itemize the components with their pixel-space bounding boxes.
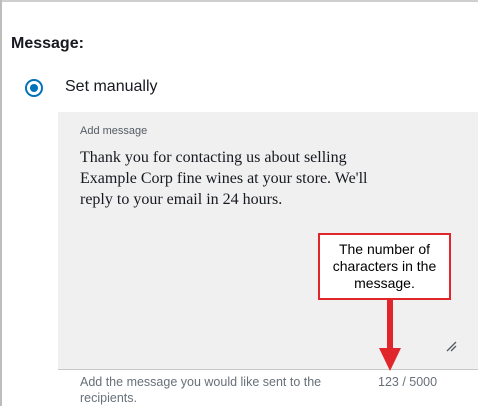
add-message-label: Add message	[80, 125, 148, 137]
helper-text: Add the message you would like sent to t…	[80, 375, 322, 405]
set-manually-radio[interactable]	[25, 79, 43, 97]
set-manually-label[interactable]: Set manually	[65, 78, 158, 96]
arrow-down-icon	[379, 300, 401, 371]
radio-selected-dot	[30, 84, 38, 92]
character-count: 123 / 5000	[378, 375, 438, 389]
panel-left-border	[0, 0, 2, 406]
annotation-text: The number of characters in the message.	[332, 241, 437, 291]
annotation-callout: The number of characters in the message.	[318, 233, 451, 300]
message-text[interactable]: Thank you for contacting us about sellin…	[80, 147, 420, 210]
panel-top-border	[0, 0, 478, 2]
section-heading: Message:	[11, 35, 84, 52]
resize-handle-icon[interactable]	[445, 340, 457, 352]
